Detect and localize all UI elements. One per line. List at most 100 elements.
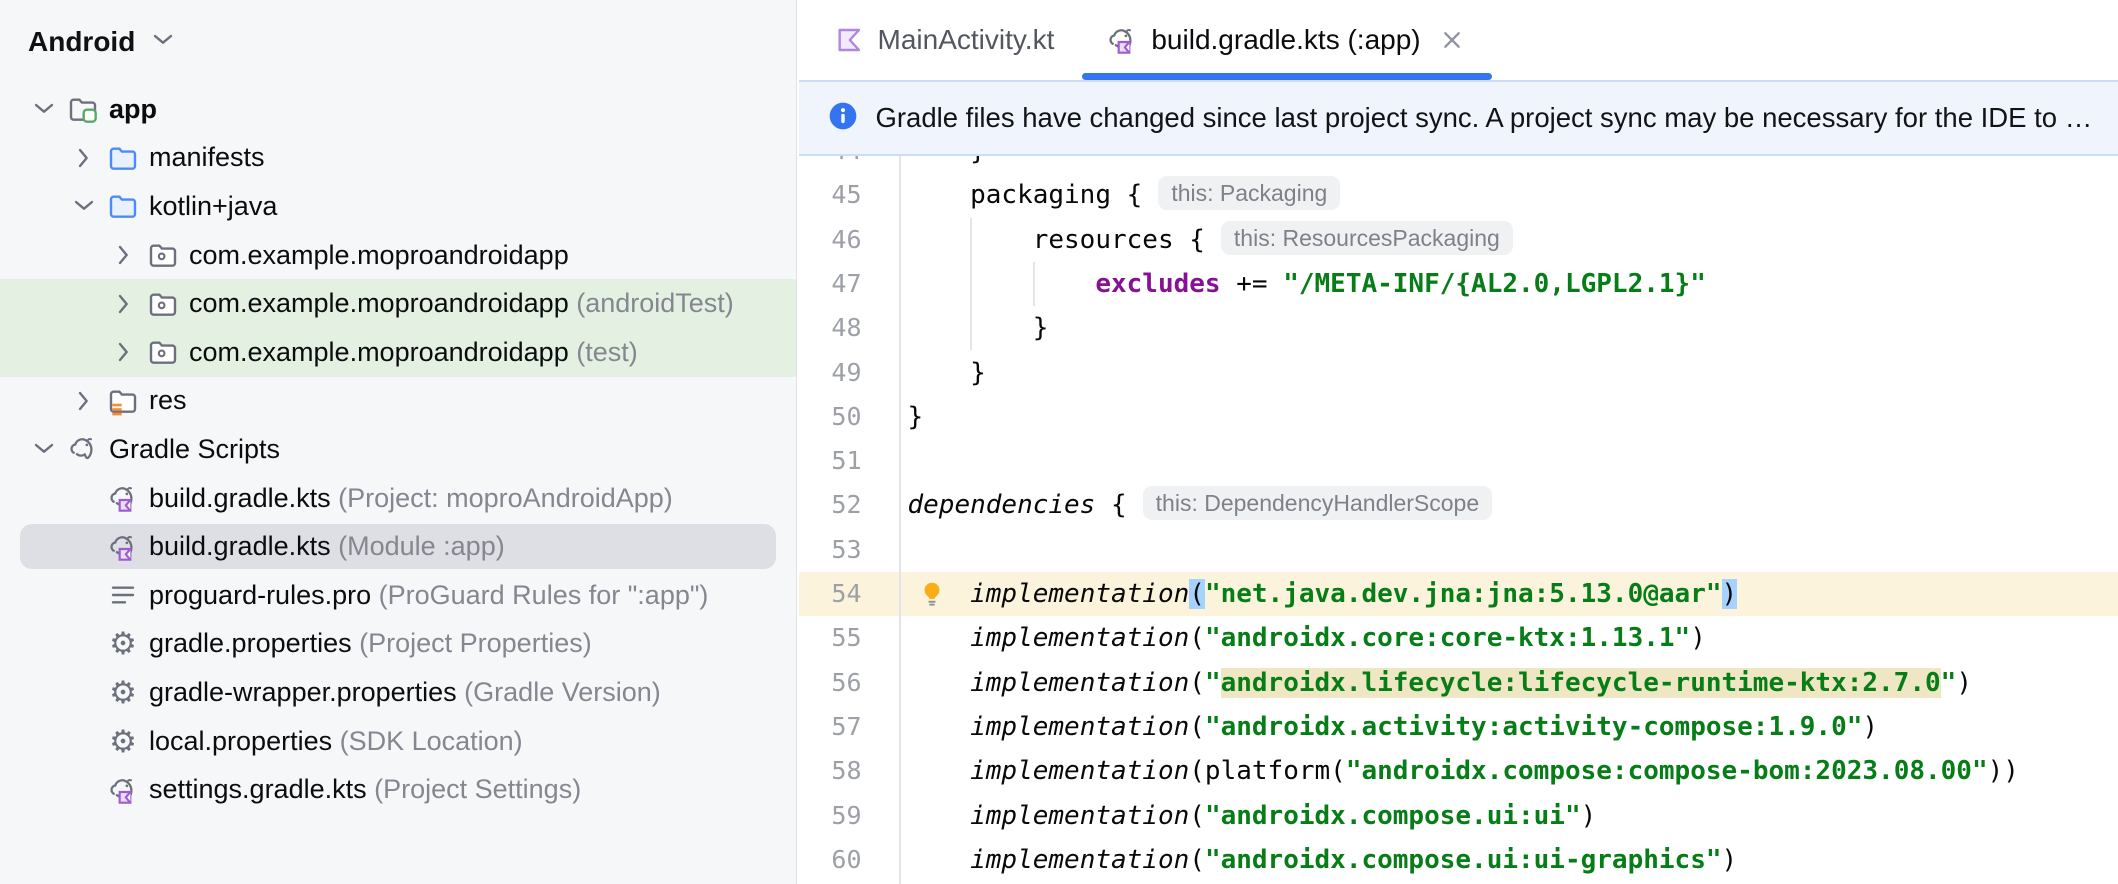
tree-item-description: (Module :app) bbox=[330, 531, 505, 562]
tree-row[interactable]: ⚙ local.properties (SDK Location) bbox=[0, 717, 796, 766]
code-line[interactable]: 47 excludes += "/META-INF/{AL2.0,LGPL2.1… bbox=[799, 262, 2118, 306]
package-icon bbox=[147, 239, 179, 271]
tree-item-description: (ProGuard Rules for ":app") bbox=[371, 579, 709, 610]
code-line[interactable]: 49 } bbox=[799, 351, 2118, 395]
line-number: 57 bbox=[831, 711, 862, 741]
editor-tab[interactable]: MainActivity.kt bbox=[807, 0, 1081, 80]
android-module-folder-icon bbox=[67, 93, 99, 125]
tree-item-label: local.properties bbox=[149, 725, 333, 756]
line-number: 51 bbox=[831, 446, 862, 476]
code-line[interactable]: 51 bbox=[799, 439, 2118, 483]
line-number: 52 bbox=[831, 490, 862, 520]
tree-item-label: build.gradle.kts bbox=[149, 482, 331, 513]
tree-item-label: com.example.moproandroidapp bbox=[189, 336, 569, 367]
line-number: 47 bbox=[831, 268, 862, 298]
editor-pane: 44 }45 packaging {this: Packaging46 reso… bbox=[798, 0, 2118, 884]
chevron-down-icon[interactable] bbox=[68, 190, 100, 222]
code-text: implementation(platform("androidx.compos… bbox=[970, 756, 2019, 787]
code-line[interactable]: 57 implementation("androidx.activity:act… bbox=[799, 705, 2118, 749]
tree-row[interactable]: Gradle Scripts bbox=[0, 425, 796, 474]
code-text: implementation("androidx.activity:activi… bbox=[970, 711, 1879, 742]
tab-label: MainActivity.kt bbox=[877, 24, 1055, 55]
line-number: 58 bbox=[831, 756, 862, 786]
active-tab-indicator bbox=[1082, 73, 1492, 80]
tree-item-label: Gradle Scripts bbox=[109, 433, 281, 464]
tree-row[interactable]: build.gradle.kts (Project: moproAndroidA… bbox=[0, 474, 796, 523]
project-tool-window: Android app manifests kotlin+java com.examp… bbox=[0, 0, 797, 884]
chevron-right-icon[interactable] bbox=[68, 385, 100, 417]
line-number: 54 bbox=[831, 579, 862, 608]
tree-row[interactable]: com.example.moproandroidapp (androidTest… bbox=[0, 279, 796, 328]
code-line[interactable]: 46 resources {this: ResourcesPackaging bbox=[799, 218, 2118, 262]
code-text: implementation("net.java.dev.jna:jna:5.1… bbox=[970, 579, 1738, 609]
info-icon bbox=[827, 100, 859, 137]
tree-item-label: app bbox=[109, 93, 158, 124]
android-studio-window: Android app manifests kotlin+java com.examp… bbox=[0, 0, 2118, 884]
chevron-down-icon[interactable] bbox=[147, 24, 179, 61]
project-view-selector[interactable]: Android bbox=[28, 26, 135, 58]
code-line[interactable]: 52 dependencies {this: DependencyHandlerS… bbox=[799, 483, 2118, 527]
code-text: implementation("androidx.compose.ui:ui-g… bbox=[970, 844, 1738, 875]
close-tab-button[interactable] bbox=[1436, 24, 1468, 56]
tree-row[interactable]: ⚙ gradle-wrapper.properties (Gradle Versi… bbox=[0, 668, 796, 717]
gradle-script-icon bbox=[107, 774, 139, 806]
gradle-script-icon bbox=[107, 531, 139, 563]
tree-row[interactable]: com.example.moproandroidapp (test) bbox=[0, 327, 796, 377]
tree-item-description: (test) bbox=[568, 336, 638, 367]
line-number: 50 bbox=[831, 401, 862, 431]
tree-row[interactable]: app bbox=[0, 85, 796, 134]
tree-item-description: (Project: moproAndroidApp) bbox=[330, 482, 673, 513]
editor-tab[interactable]: build.gradle.kts (:app) bbox=[1080, 0, 1493, 80]
code-line[interactable]: 55 implementation("androidx.core:core-kt… bbox=[799, 616, 2118, 660]
code-line[interactable]: 56 implementation("androidx.lifecycle:li… bbox=[799, 661, 2118, 705]
line-number: 56 bbox=[831, 667, 862, 697]
chevron-right-icon[interactable] bbox=[68, 142, 100, 174]
gear-icon: ⚙ bbox=[109, 674, 137, 710]
code-line[interactable]: 53 bbox=[799, 528, 2118, 572]
code-line[interactable]: 60 implementation("androidx.compose.ui:u… bbox=[799, 838, 2118, 882]
tree-item-description: (Gradle Version) bbox=[456, 676, 661, 707]
tree-item-label: gradle.properties bbox=[149, 628, 352, 659]
tree-row[interactable]: proguard-rules.pro (ProGuard Rules for "… bbox=[0, 571, 796, 620]
project-tree: app manifests kotlin+java com.example.mopro… bbox=[0, 85, 796, 814]
tree-item-description: (Project Properties) bbox=[351, 628, 592, 659]
chevron-down-icon[interactable] bbox=[147, 24, 179, 56]
tree-row[interactable]: kotlin+java bbox=[0, 182, 796, 231]
tree-row[interactable]: res bbox=[0, 377, 796, 426]
indent-guide bbox=[1033, 261, 1035, 307]
code-text: dependencies {this: DependencyHandlerSco… bbox=[908, 483, 1493, 527]
tree-row[interactable]: ⚙ gradle.properties (Project Properties) bbox=[0, 620, 796, 669]
line-number: 49 bbox=[831, 357, 862, 387]
tree-row[interactable]: settings.gradle.kts (Project Settings) bbox=[0, 765, 796, 814]
code-line[interactable]: 50} bbox=[799, 395, 2118, 439]
chevron-down-icon[interactable] bbox=[28, 433, 60, 465]
line-number: 48 bbox=[831, 313, 862, 343]
gradle-script-icon bbox=[107, 482, 139, 514]
chevron-right-icon[interactable] bbox=[108, 239, 140, 271]
code-line[interactable]: 48 } bbox=[799, 306, 2118, 350]
code-line[interactable]: 59 implementation("androidx.compose.ui:u… bbox=[799, 794, 2118, 838]
tree-item-label: build.gradle.kts bbox=[149, 531, 331, 562]
code-line[interactable]: 58 implementation(platform("androidx.com… bbox=[799, 749, 2118, 793]
folder-icon bbox=[107, 190, 139, 222]
code-text: implementation("androidx.compose.ui:ui") bbox=[970, 800, 1597, 831]
gradle-icon bbox=[67, 433, 99, 465]
tab-label: build.gradle.kts (:app) bbox=[1151, 24, 1421, 55]
chevron-down-icon[interactable] bbox=[28, 93, 60, 125]
editor-tab-bar: MainActivity.kt build.gradle.kts (:app) bbox=[798, 0, 2118, 80]
code-line[interactable]: 45 packaging {this: Packaging bbox=[799, 173, 2118, 217]
tree-row[interactable]: build.gradle.kts (Module :app) bbox=[0, 522, 796, 571]
tree-item-label: settings.gradle.kts bbox=[149, 774, 367, 805]
line-number: 59 bbox=[831, 800, 862, 830]
code-text: resources {this: ResourcesPackaging bbox=[908, 218, 1513, 262]
chevron-right-icon[interactable] bbox=[108, 336, 140, 368]
code-line-caret[interactable]: 54 implementation("net.java.dev.jna:jna:… bbox=[798, 572, 2118, 617]
tree-row[interactable]: manifests bbox=[0, 134, 796, 183]
package-icon bbox=[147, 288, 179, 320]
close-icon bbox=[1436, 24, 1468, 56]
chevron-right-icon[interactable] bbox=[108, 288, 140, 320]
code-text: } bbox=[907, 401, 924, 432]
tree-row[interactable]: com.example.moproandroidapp bbox=[0, 231, 796, 280]
gutter-separator bbox=[899, 156, 901, 884]
package-icon bbox=[147, 336, 179, 368]
